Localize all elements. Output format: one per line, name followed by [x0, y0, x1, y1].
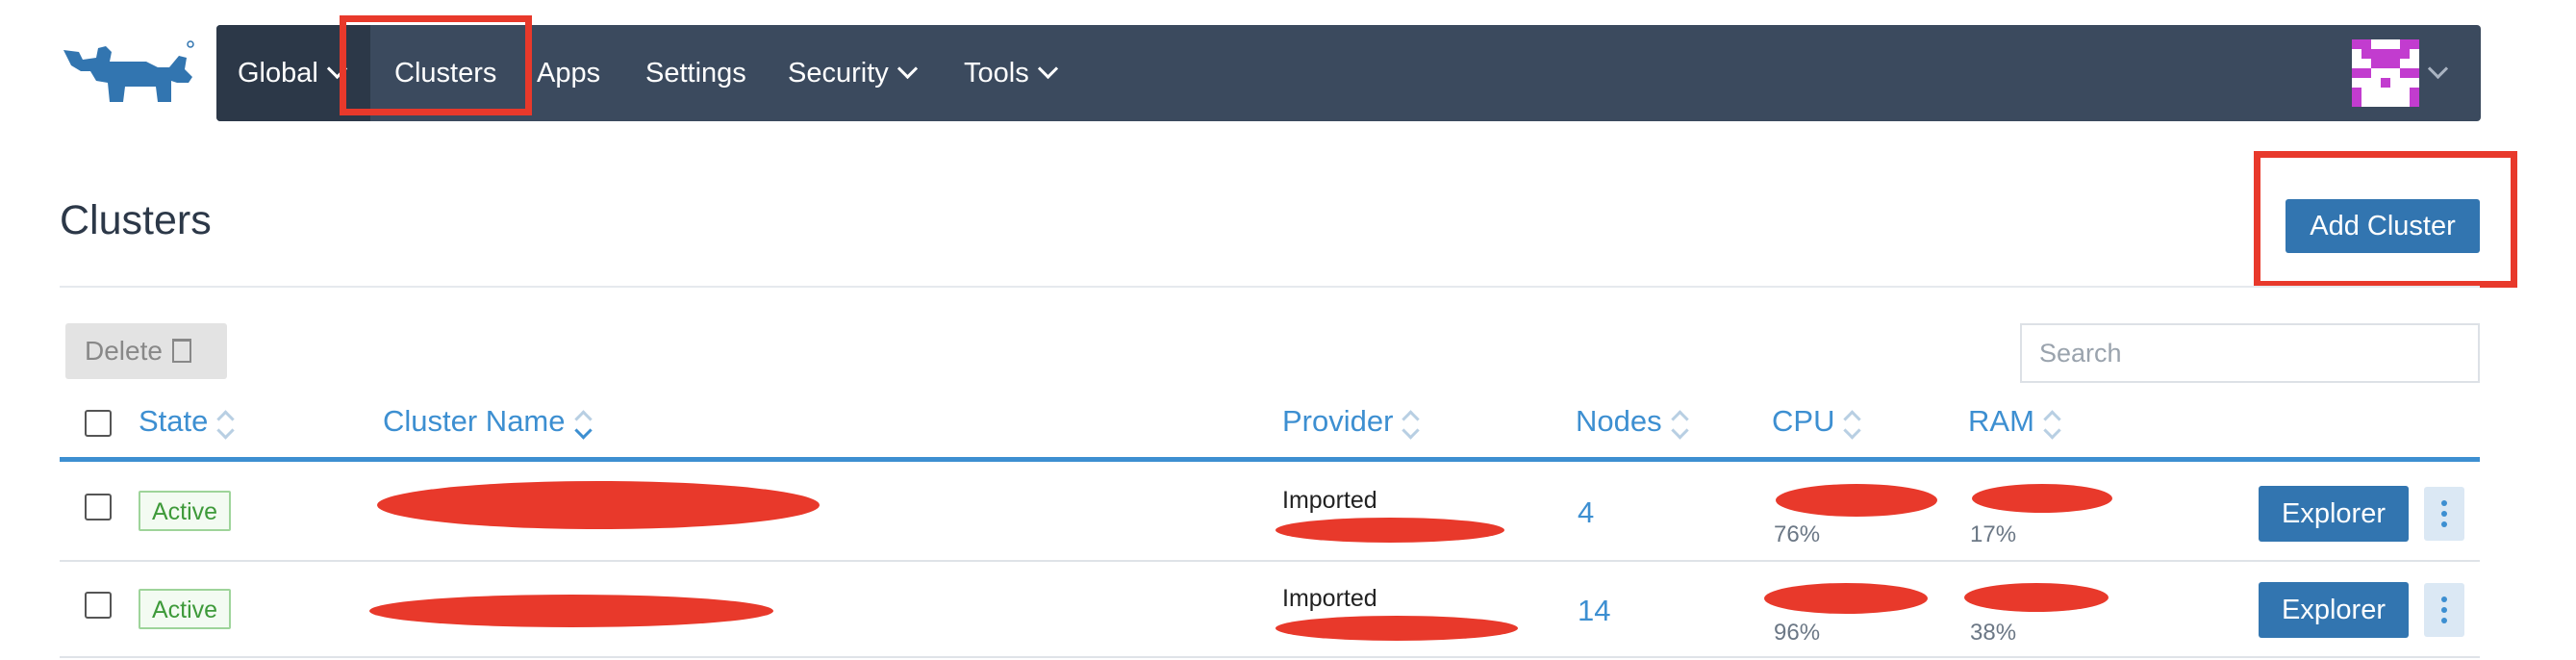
rancher-logo[interactable]: [58, 38, 198, 108]
delete-button-label: Delete: [85, 336, 163, 366]
column-header-ram[interactable]: RAM: [1968, 404, 2059, 440]
status-badge: Active: [139, 589, 232, 629]
nav-security-label: Security: [788, 58, 889, 89]
column-header-label: Provider: [1282, 404, 1394, 438]
page-title: Clusters: [60, 197, 212, 243]
chevron-down-icon: [897, 58, 918, 80]
chevron-down-icon: [1037, 58, 1058, 80]
column-header-label: CPU: [1772, 404, 1835, 438]
nav-tools-label: Tools: [964, 58, 1029, 89]
sort-icon: [575, 407, 591, 440]
row-checkbox[interactable]: [85, 592, 112, 619]
nav-apps[interactable]: Apps: [537, 25, 600, 121]
redacted-ram-value: [1972, 484, 2112, 513]
header-divider: [60, 286, 2480, 288]
nav-settings-label: Settings: [645, 58, 746, 89]
row-divider: [60, 656, 2480, 658]
sort-icon: [1402, 407, 1418, 440]
redacted-cluster-name: [369, 595, 773, 627]
ram-percent: 38%: [1970, 620, 2017, 646]
column-header-label: RAM: [1968, 404, 2034, 438]
redacted-cpu-value: [1764, 583, 1928, 614]
column-header-label: State: [139, 404, 209, 438]
nav-security[interactable]: Security: [788, 25, 918, 121]
nav-global[interactable]: Global: [238, 25, 347, 121]
nav-settings[interactable]: Settings: [645, 25, 746, 121]
search-input[interactable]: [2022, 325, 2478, 381]
provider-label: Imported: [1282, 585, 1377, 612]
nodes-count[interactable]: 4: [1578, 495, 1594, 530]
provider-label: Imported: [1282, 487, 1377, 514]
explorer-button[interactable]: Explorer: [2259, 582, 2409, 638]
ram-percent: 17%: [1970, 521, 2017, 547]
nav-apps-label: Apps: [537, 58, 601, 89]
delete-button[interactable]: Delete: [65, 323, 227, 379]
kebab-menu-icon[interactable]: [2424, 487, 2464, 541]
redacted-provider-version: [1275, 616, 1518, 641]
status-badge: Active: [139, 491, 232, 531]
column-header-provider[interactable]: Provider: [1282, 404, 1418, 440]
user-avatar[interactable]: [2352, 39, 2419, 107]
nav-global-label: Global: [238, 58, 318, 89]
nodes-count[interactable]: 14: [1578, 594, 1610, 628]
row-checkbox[interactable]: [85, 494, 112, 520]
column-header-state[interactable]: State: [139, 404, 233, 440]
sort-icon: [2044, 407, 2059, 440]
add-cluster-button[interactable]: Add Cluster: [2286, 199, 2480, 253]
cpu-percent: 76%: [1774, 521, 1821, 547]
nav-tools[interactable]: Tools: [964, 25, 1058, 121]
redacted-provider-version: [1275, 518, 1504, 543]
kebab-menu-icon[interactable]: [2424, 583, 2464, 637]
select-all-checkbox[interactable]: [85, 410, 112, 437]
sort-icon: [1844, 407, 1859, 440]
top-nav-bar: Global Clusters Apps Settings Security T…: [216, 25, 2481, 121]
annotation-clusters-highlight: [340, 15, 532, 115]
column-header-cluster-name[interactable]: Cluster Name: [383, 404, 591, 440]
sort-icon: [1672, 407, 1687, 440]
sort-icon: [217, 407, 233, 440]
column-header-label: Cluster Name: [383, 404, 566, 438]
redacted-cluster-name: [377, 481, 820, 529]
column-header-cpu[interactable]: CPU: [1772, 404, 1859, 440]
trash-icon: [171, 339, 191, 363]
explorer-button[interactable]: Explorer: [2259, 486, 2409, 542]
cpu-percent: 96%: [1774, 620, 1821, 646]
search-box[interactable]: [2020, 323, 2480, 383]
column-header-label: Nodes: [1576, 404, 1662, 438]
redacted-ram-value: [1964, 583, 2109, 612]
column-header-nodes[interactable]: Nodes: [1576, 404, 1687, 440]
user-menu-chevron-icon[interactable]: [2427, 58, 2449, 80]
redacted-cpu-value: [1776, 484, 1937, 517]
